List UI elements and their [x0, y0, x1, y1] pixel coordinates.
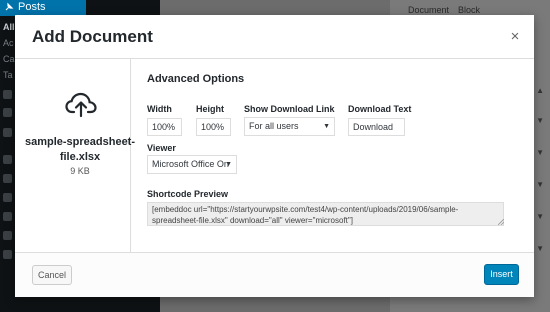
chevron-down-icon[interactable]: ▼: [536, 180, 544, 189]
download-text-label: Download Text: [348, 104, 412, 114]
viewer-label: Viewer: [147, 143, 176, 153]
settings-icon[interactable]: [3, 231, 12, 240]
tools-icon[interactable]: [3, 212, 12, 221]
width-field[interactable]: [147, 118, 182, 136]
file-size: 9 KB: [70, 166, 90, 176]
resize-handle-icon[interactable]: [498, 219, 504, 225]
tab-document[interactable]: Document: [408, 5, 449, 15]
chevron-down-icon[interactable]: ▼: [536, 212, 544, 221]
chevron-down-icon: ▼: [323, 123, 330, 130]
height-label: Height: [196, 104, 224, 114]
advanced-options-title: Advanced Options: [147, 73, 245, 85]
close-button[interactable]: ×: [507, 29, 523, 45]
sidebar-item-posts[interactable]: Posts: [0, 0, 86, 16]
users-icon[interactable]: [3, 193, 12, 202]
sidebar-subitem-all[interactable]: All: [3, 22, 15, 32]
chevron-down-icon[interactable]: ▼: [536, 148, 544, 157]
chevron-down-icon[interactable]: ▼: [536, 244, 544, 253]
download-link-select[interactable]: For all users ▼: [244, 117, 335, 136]
chevron-down-icon[interactable]: ▼: [536, 116, 544, 125]
modal-header: Add Document ×: [15, 15, 534, 59]
viewer-select[interactable]: Microsoft Office On ▼: [147, 155, 237, 174]
sidebar-item-label: Posts: [18, 1, 46, 13]
cancel-button[interactable]: Cancel: [32, 265, 72, 285]
collapse-icon[interactable]: [3, 250, 12, 259]
file-preview-pane: sample-spreadsheet-file.xlsx 9 KB: [15, 59, 135, 253]
height-field[interactable]: [196, 118, 231, 136]
appearance-icon[interactable]: [3, 155, 12, 164]
insert-button[interactable]: Insert: [484, 264, 519, 285]
pin-icon: [5, 2, 14, 11]
chevron-down-icon: ▼: [225, 161, 232, 168]
download-link-value: For all users: [249, 121, 299, 131]
sidebar-subitem-add[interactable]: Ac: [3, 38, 14, 48]
viewer-value: Microsoft Office On: [152, 159, 229, 169]
add-document-modal: Add Document × sample-spreadsheet-file.x…: [15, 15, 534, 297]
download-link-label: Show Download Link: [244, 104, 335, 114]
shortcode-preview-field[interactable]: [embeddoc url="https://startyourwpsite.c…: [147, 202, 504, 226]
chevron-up-icon[interactable]: ▲: [536, 86, 544, 95]
modal-footer: Cancel Insert: [15, 252, 534, 297]
modal-title: Add Document: [32, 27, 153, 46]
tab-block[interactable]: Block: [458, 5, 480, 15]
sidebar-subitem-tags[interactable]: Ta: [3, 70, 13, 80]
comments-icon[interactable]: [3, 128, 12, 137]
shortcode-preview-label: Shortcode Preview: [147, 189, 229, 199]
plugins-icon[interactable]: [3, 174, 12, 183]
sidebar-subitem-categories[interactable]: Ca: [3, 54, 15, 64]
width-label: Width: [147, 104, 172, 114]
pages-icon[interactable]: [3, 108, 12, 117]
cloud-upload-icon: [65, 92, 97, 118]
file-name: sample-spreadsheet-file.xlsx: [24, 136, 136, 163]
download-text-field[interactable]: [348, 118, 405, 136]
media-icon[interactable]: [3, 90, 12, 99]
close-icon: ×: [510, 28, 520, 45]
